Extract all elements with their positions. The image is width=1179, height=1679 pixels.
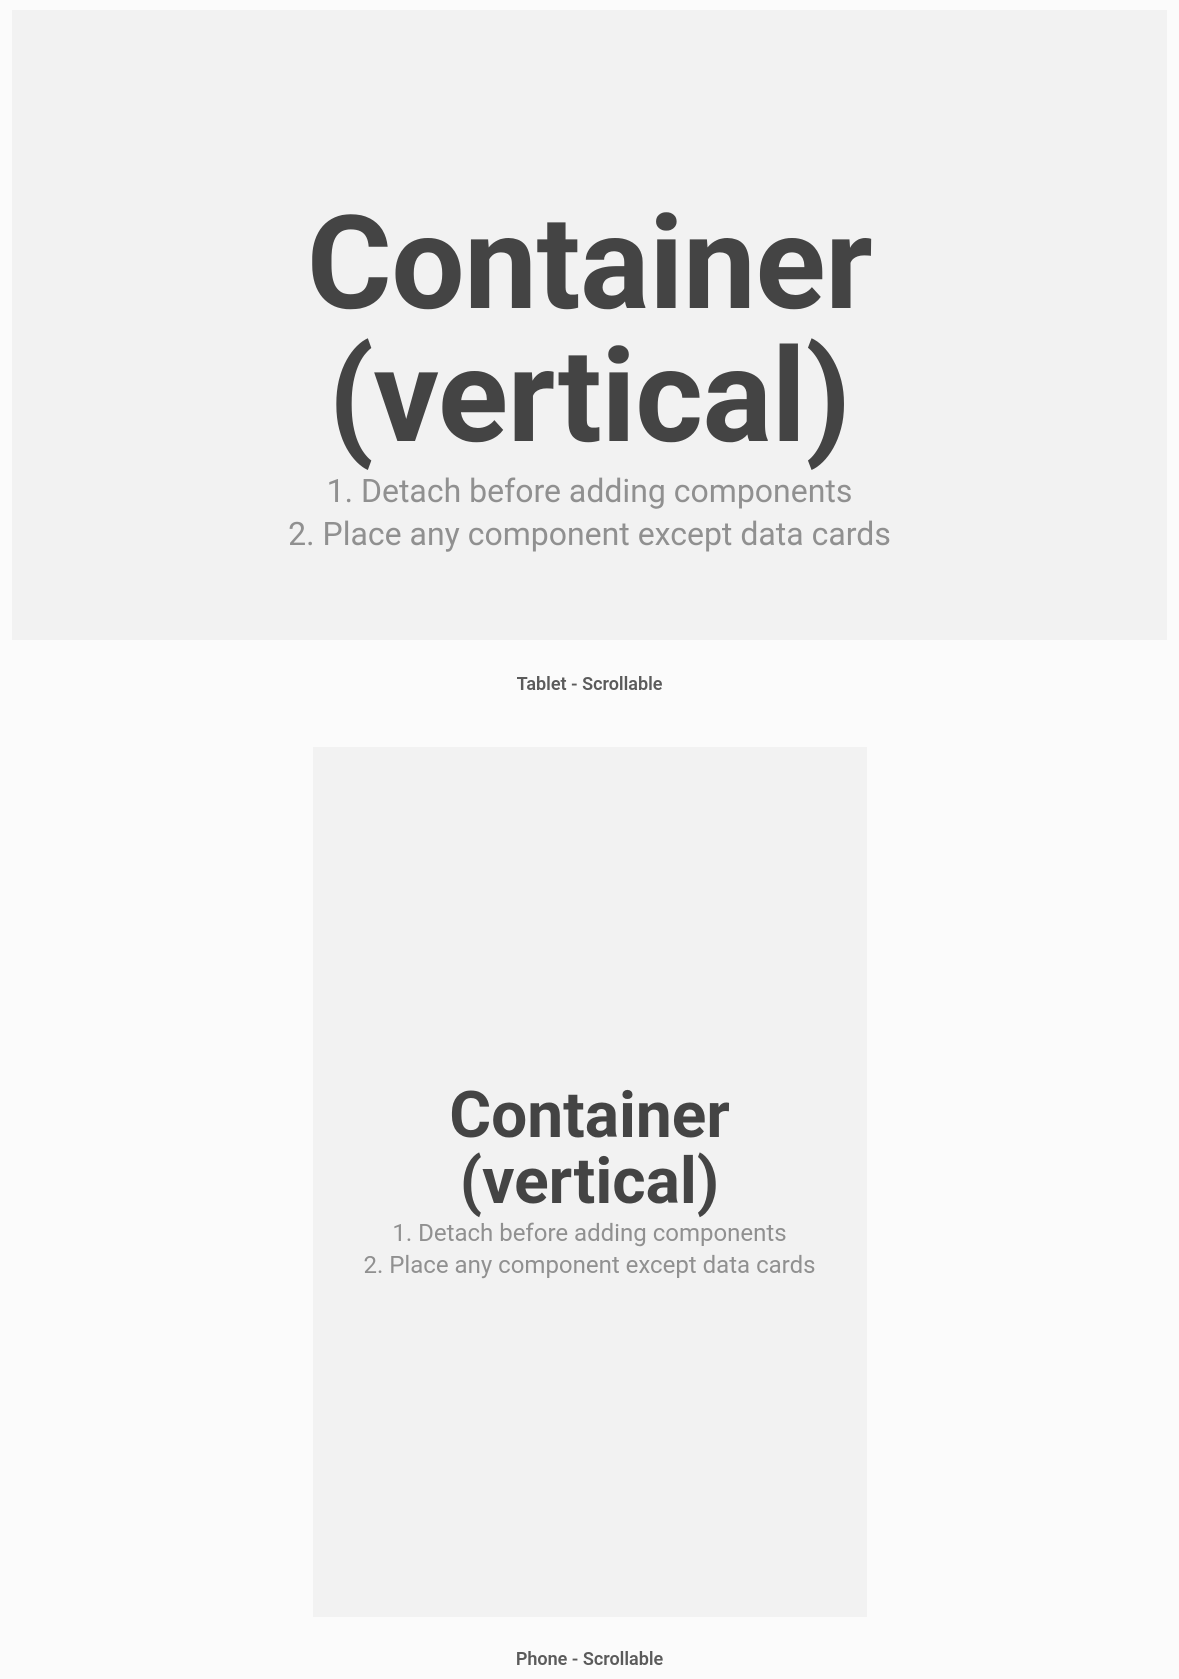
container-instructions: 1. Detach before adding components 2. Pl… — [288, 470, 891, 556]
container-vertical-phone: Container (vertical) 1. Detach before ad… — [313, 747, 867, 1617]
container-title-line2: (vertical) — [449, 1149, 730, 1215]
container-title: Container (vertical) — [307, 198, 872, 463]
caption-phone-scrollable: Phone - Scrollable — [0, 1649, 1179, 1670]
caption-tablet-scrollable: Tablet - Scrollable — [0, 674, 1179, 695]
container-title: Container (vertical) — [449, 1083, 730, 1215]
container-instruction-1: 1. Detach before adding components — [288, 470, 891, 513]
container-instruction-2: 2. Place any component except data cards — [363, 1249, 815, 1281]
container-title-line1: Container — [307, 198, 872, 331]
container-instruction-1: 1. Detach before adding components — [363, 1217, 815, 1249]
container-instructions: 1. Detach before adding components 2. Pl… — [363, 1217, 815, 1282]
container-vertical-tablet: Container (vertical) 1. Detach before ad… — [12, 10, 1167, 640]
container-title-line1: Container — [449, 1083, 730, 1149]
container-instruction-2: 2. Place any component except data cards — [288, 513, 891, 556]
container-title-line2: (vertical) — [307, 331, 872, 464]
